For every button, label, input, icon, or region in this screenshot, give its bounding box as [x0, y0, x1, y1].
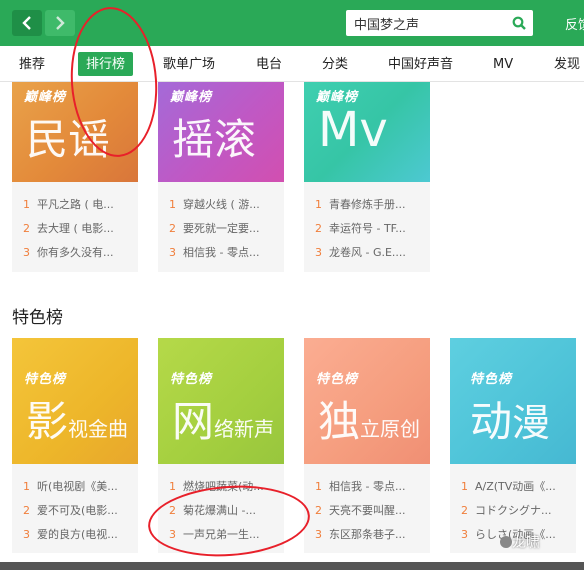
- wechat-icon: [500, 536, 512, 548]
- chart-title: 民谣: [26, 115, 111, 164]
- track-item[interactable]: 2 要死就一定要...: [169, 220, 281, 240]
- chart-cover: 巅峰榜 民谣: [12, 82, 138, 182]
- chart-card-mv[interactable]: 巅峰榜 Mv 1 青春修炼手册... 2 幸运符号 - TF... 3 龙卷风 - G…: [304, 82, 430, 272]
- chevron-left-icon: [22, 16, 31, 30]
- track-item[interactable]: 1 相信我 - 零点...: [315, 478, 427, 498]
- track-item[interactable]: 3 东区那条巷子...: [315, 526, 427, 546]
- track-item[interactable]: 2 コドクシグナ...: [461, 502, 573, 522]
- chart-card-film-tv[interactable]: 特色榜 影视金曲 1 听(电视剧《美... 2 爱不可及(电影... 3 爱的良方(电…: [12, 338, 138, 553]
- chart-card-rock[interactable]: 巅峰榜 摇滚 1 穿越火线 ( 游... 2 要死就一定要... 3 相信我 - 零点…: [158, 82, 284, 272]
- chevron-right-icon: [56, 16, 65, 30]
- tab-charts[interactable]: 排行榜: [78, 52, 134, 76]
- tab-bar: 推荐 排行榜 歌单广场 电台 分类 中国好声音 MV 发现: [0, 46, 584, 82]
- chart-title: 摇滚: [172, 115, 257, 164]
- chart-title: 网络新声: [172, 397, 275, 446]
- chart-logo: 特色榜: [316, 372, 359, 387]
- chart-logo: 巅峰榜: [170, 90, 213, 105]
- chart-logo: 特色榜: [170, 372, 213, 387]
- track-item[interactable]: 1 听(电视剧《美...: [23, 478, 135, 498]
- track-item[interactable]: 1 A/Z(TV动画《...: [461, 478, 573, 498]
- track-item[interactable]: 1 穿越火线 ( 游...: [169, 196, 281, 216]
- forward-button[interactable]: [45, 10, 75, 36]
- tab-radio[interactable]: 电台: [256, 54, 282, 76]
- chart-cover: 巅峰榜 摇滚: [158, 82, 284, 182]
- track-item[interactable]: 1 平凡之路 ( 电...: [23, 196, 135, 216]
- chart-cover: 特色榜 独立原创: [304, 338, 430, 464]
- tab-discover[interactable]: 发现: [554, 54, 580, 76]
- tab-playlists[interactable]: 歌单广场: [163, 54, 215, 76]
- chart-title: 影视金曲: [26, 397, 129, 446]
- search-icon[interactable]: [512, 16, 526, 30]
- track-item[interactable]: 2 天亮不要叫醒...: [315, 502, 427, 522]
- track-item[interactable]: 3 你有多久没有...: [23, 244, 135, 264]
- track-item[interactable]: 1 燃烧吧蔬菜(动...: [169, 478, 281, 498]
- watermark: 龙啸: [512, 535, 540, 551]
- chart-logo: 巅峰榜: [24, 90, 67, 105]
- feedback-link[interactable]: 反馈: [565, 14, 584, 33]
- bottom-strip: [0, 562, 584, 570]
- tab-mv[interactable]: MV: [493, 54, 513, 76]
- chart-card-folk[interactable]: 巅峰榜 民谣 1 平凡之路 ( 电... 2 去大理 ( 电影... 3 你有多久没有…: [12, 82, 138, 272]
- track-item[interactable]: 3 龙卷风 - G.E....: [315, 244, 427, 264]
- chart-card-web[interactable]: 特色榜 网络新声 1 燃烧吧蔬菜(动... 2 菊花爆满山 -... 3 一声兄弟一生…: [158, 338, 284, 553]
- tab-voice-of-china[interactable]: 中国好声音: [388, 54, 453, 76]
- tab-recommend[interactable]: 推荐: [19, 54, 45, 76]
- chart-cover: 特色榜 网络新声: [158, 338, 284, 464]
- top-header: 反馈: [0, 0, 584, 46]
- track-item[interactable]: 3 一声兄弟一生...: [169, 526, 281, 546]
- track-item[interactable]: 2 幸运符号 - TF...: [315, 220, 427, 240]
- chart-cover: 特色榜 动漫: [450, 338, 576, 464]
- track-item[interactable]: 1 青春修炼手册...: [315, 196, 427, 216]
- chart-title: 动漫: [470, 397, 551, 446]
- chart-title: 独立原创: [318, 397, 421, 446]
- chart-card-indie[interactable]: 特色榜 独立原创 1 相信我 - 零点... 2 天亮不要叫醒... 3 东区那条巷子…: [304, 338, 430, 553]
- section-title-special: 特色榜: [12, 308, 63, 328]
- chart-cover: 巅峰榜 Mv: [304, 82, 430, 182]
- search-input[interactable]: [346, 10, 506, 36]
- chart-logo: 特色榜: [24, 372, 67, 387]
- chart-card-anime[interactable]: 特色榜 动漫 1 A/Z(TV动画《... 2 コドクシグナ... 3 らしさ(动画《…: [450, 338, 576, 553]
- chart-cover: 特色榜 影视金曲: [12, 338, 138, 464]
- chart-logo: 特色榜: [470, 372, 513, 387]
- track-item[interactable]: 2 爱不可及(电影...: [23, 502, 135, 522]
- track-item[interactable]: 3 相信我 - 零点...: [169, 244, 281, 264]
- track-item[interactable]: 2 菊花爆满山 -...: [169, 502, 281, 522]
- search-box: [346, 10, 533, 36]
- track-item[interactable]: 3 爱的良方(电视...: [23, 526, 135, 546]
- back-button[interactable]: [12, 10, 42, 36]
- tab-categories[interactable]: 分类: [322, 54, 348, 76]
- track-item[interactable]: 2 去大理 ( 电影...: [23, 220, 135, 240]
- chart-title: Mv: [318, 102, 388, 158]
